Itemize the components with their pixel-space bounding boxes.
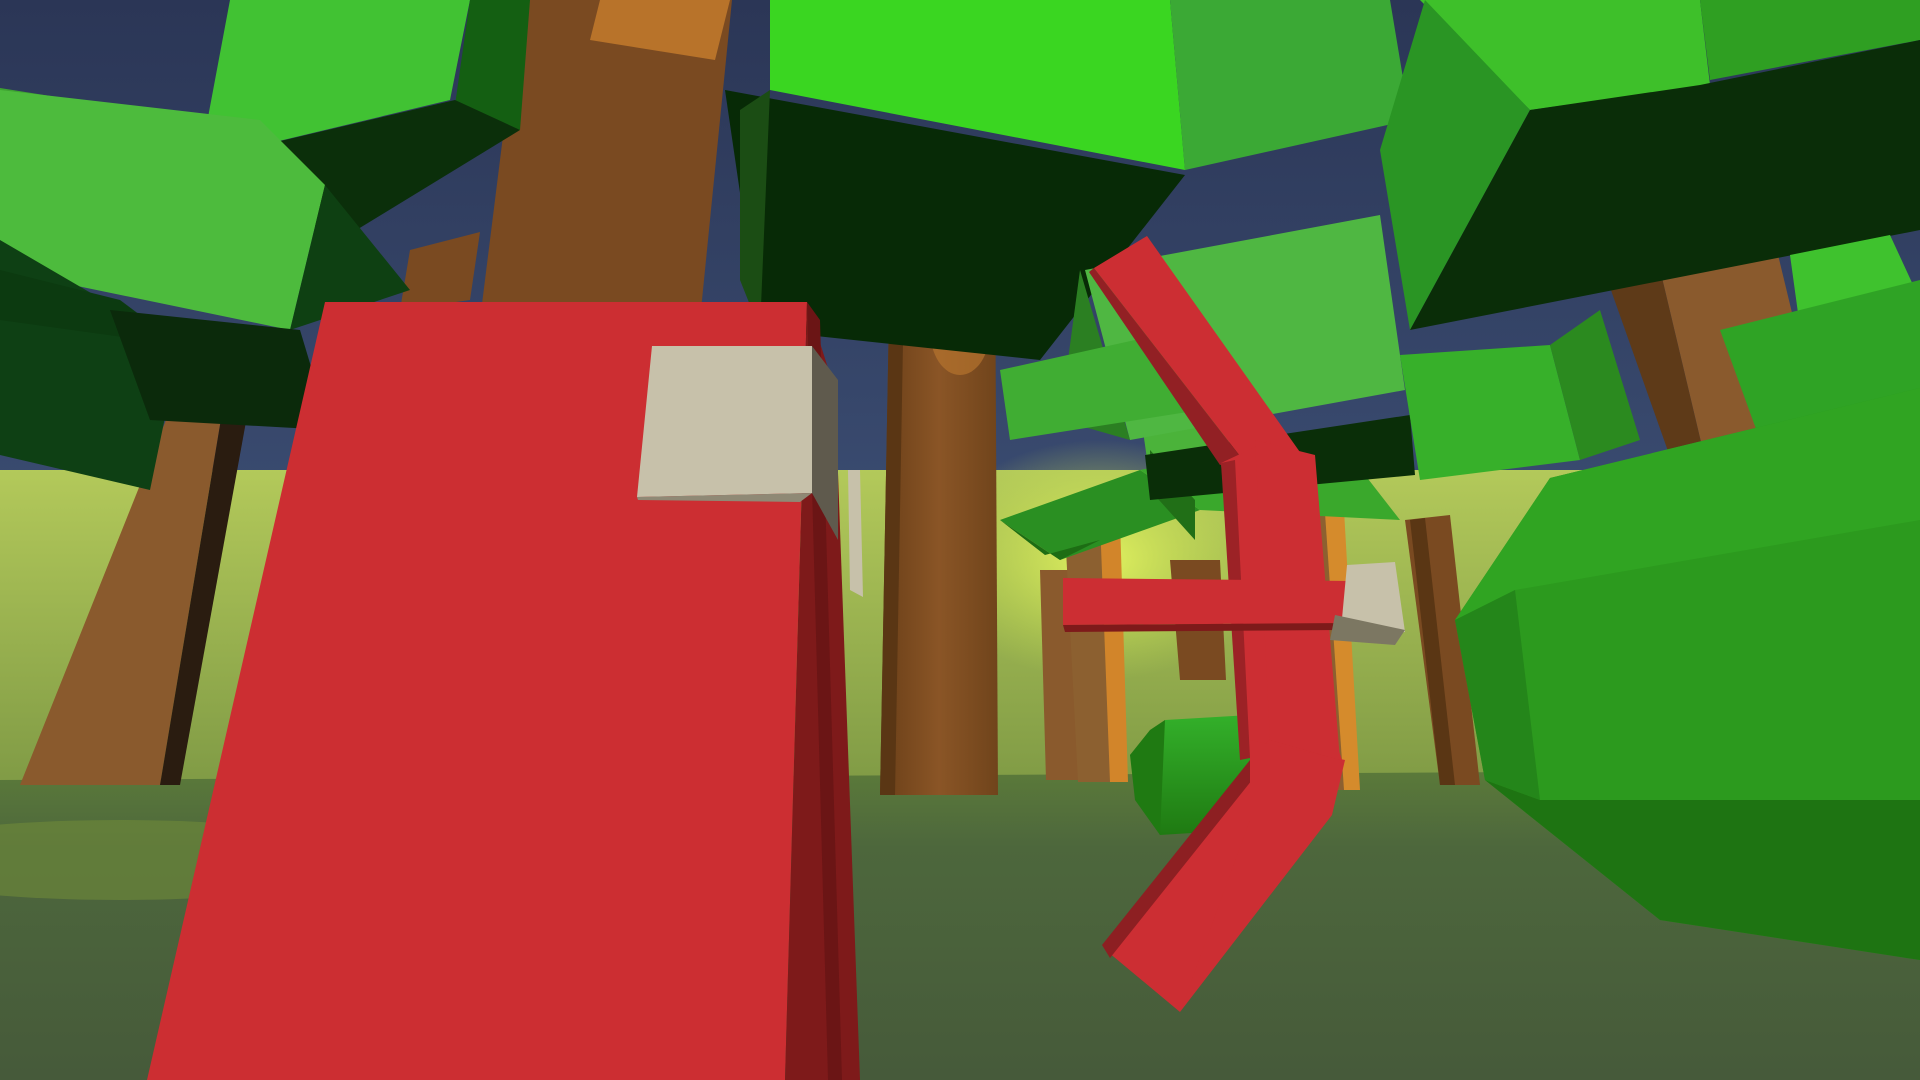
game-viewport[interactable] <box>0 0 1920 1080</box>
